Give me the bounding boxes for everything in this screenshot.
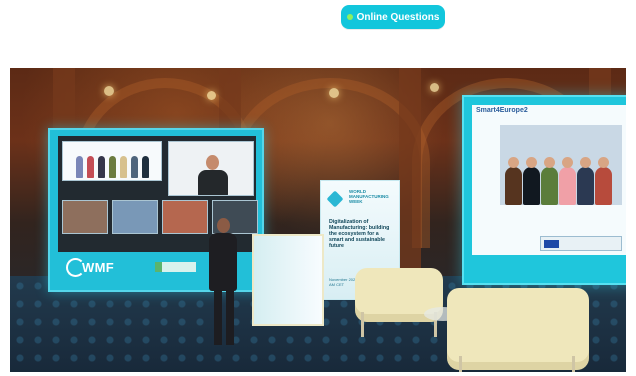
right-video-wall: Smart4Europe2 [462,95,626,285]
participant-figure [109,156,116,178]
online-questions-button[interactable]: Online Questions [341,5,445,29]
partner-logo [155,262,196,272]
presenter-leg [214,290,222,345]
presenter-leg [226,290,234,345]
participant-figure [87,156,94,178]
presenter-head [217,218,230,233]
eu-banner [540,236,622,251]
team-member-head [508,157,519,168]
chair-leg [572,356,575,372]
participant-figure [98,156,105,178]
presenter-figure [205,218,241,353]
chair-leg [361,312,364,337]
slide-title: Smart4Europe2 [476,107,528,114]
team-photo [500,125,622,205]
speaker-podium [252,234,324,326]
stage-light [207,91,216,100]
top-toolbar: Online Questions [0,0,636,64]
stage-light [329,88,339,98]
screenshot-root: { "header": { "button_label": "Online Qu… [0,0,636,376]
team-member [595,157,612,205]
participant-figure [120,156,127,178]
chair-leg [459,356,462,372]
event-photo: WMF WORLD MANUFACTURING WEEK Digitalizat… [10,68,626,372]
poster-brand: WORLD MANUFACTURING WEEK [349,189,389,204]
stage-light [104,86,114,96]
participant-video-tile [62,200,108,234]
wmw-logo-icon [326,190,344,208]
team-member [523,157,540,205]
team-member-head [580,157,591,168]
group-video-tile [62,141,162,181]
speaker-video-tile [168,141,254,196]
team-member [559,157,576,205]
speaker-head [206,155,219,170]
armchair [447,288,589,372]
team-member-head [562,157,573,168]
participant-figure [131,156,138,178]
poster-title: Digitalization of Manufacturing: buildin… [329,219,390,249]
stage-light [430,83,439,92]
team-member [541,157,558,205]
team-member-head [526,157,537,168]
participant-figure [142,156,149,178]
participant-figure [76,156,83,178]
status-dot-icon [346,14,353,20]
participant-video-tile [112,200,158,234]
team-member-head [544,157,555,168]
wmf-logo-text: WMF [82,260,114,275]
hall-pillar [399,68,421,298]
team-member-head [598,157,609,168]
team-member [505,157,522,205]
team-member [577,157,594,205]
online-questions-label: Online Questions [356,11,440,23]
speaker-figure [198,170,228,195]
eu-flag-icon [544,240,559,248]
participant-video-tile [162,200,208,234]
presenter-body [209,233,237,291]
